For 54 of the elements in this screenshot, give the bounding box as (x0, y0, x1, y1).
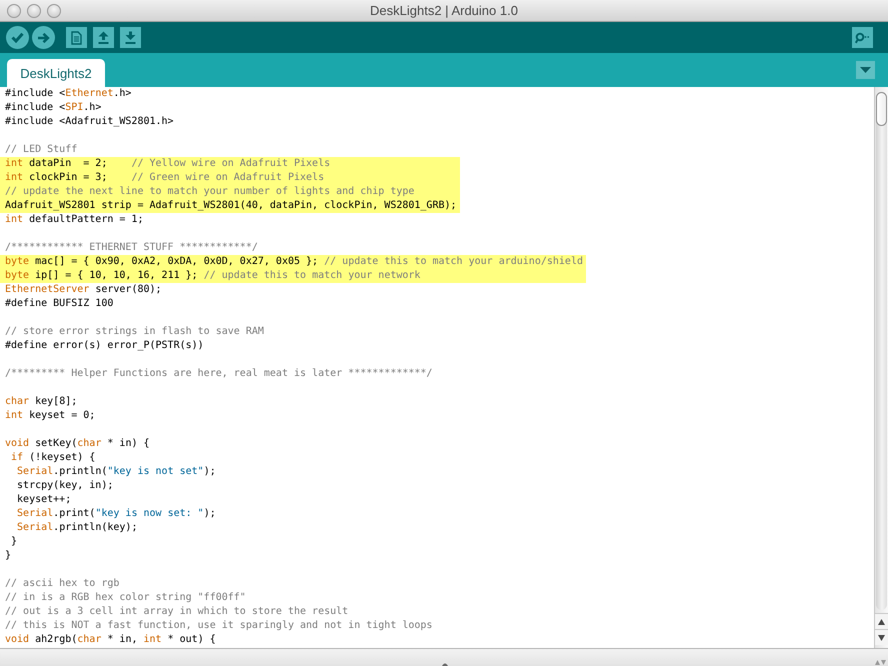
close-button[interactable] (7, 4, 21, 18)
code-line: #define BUFSIZ 100 (4, 297, 114, 311)
magnifier-icon (855, 32, 870, 44)
grip-icon (442, 662, 448, 666)
save-button[interactable] (120, 27, 141, 48)
caret-down-icon (860, 67, 871, 73)
code-line: #define error(s) error_P(PSTR(s)) (4, 339, 205, 353)
zoom-button[interactable] (47, 4, 61, 18)
code-line: Serial.println("key is not set"); (16, 465, 217, 479)
code-line: if (!keyset) { (10, 451, 96, 465)
code-line: } (10, 535, 18, 549)
scroll-down-button[interactable] (875, 629, 888, 645)
code-line: // ascii hex to rgb (4, 577, 120, 591)
right-arrow-icon (37, 32, 50, 44)
document-icon (71, 30, 82, 44)
code-line: } (4, 549, 12, 563)
code-line: char key[8]; (4, 395, 78, 409)
serial-monitor-button[interactable] (852, 27, 873, 48)
code-line: keyset++; (16, 493, 72, 507)
open-button[interactable] (93, 27, 114, 48)
code-line: // store error strings in flash to save RAM (4, 325, 265, 339)
code-line: int keyset = 0; (4, 409, 96, 423)
tab-menu-button[interactable] (856, 61, 875, 79)
scrollbar-thumb[interactable] (876, 92, 887, 126)
new-button[interactable] (66, 27, 87, 48)
check-icon (11, 32, 24, 43)
code-line: void ah2rgb(char * in, int * out) { (4, 633, 217, 647)
upload-button[interactable] (32, 26, 55, 49)
code-line: #include <Ethernet.h> (4, 87, 132, 101)
code-line: #include <SPI.h> (4, 101, 102, 115)
down-arrow-icon (125, 31, 136, 44)
down-triangle-icon (878, 634, 885, 640)
code-line: // out is a 3 cell int array in which to store the result (4, 605, 350, 619)
vertical-scrollbar[interactable] (874, 87, 888, 648)
code-line: /********* Helper Functions are here, real meat is later *************/ (4, 367, 434, 381)
code-line: int defaultPattern = 1; (4, 213, 144, 227)
code-line: // in is a RGB hex color string "ff00ff" (4, 591, 247, 605)
scroll-arrows-icon (875, 660, 886, 665)
verify-button[interactable] (6, 26, 29, 49)
code-line: #include <Adafruit_WS2801.h> (4, 115, 175, 129)
minimize-button[interactable] (27, 4, 41, 18)
window-title: DeskLights2 | Arduino 1.0 (370, 3, 518, 18)
scroll-up-button[interactable] (875, 613, 888, 629)
code-line: // this is NOT a fast function, use it sparingly and not in tight loops (4, 619, 434, 633)
code-line: strcpy(key, in); (16, 479, 114, 493)
up-triangle-icon (878, 618, 885, 624)
file-tab[interactable]: DeskLights2 (7, 59, 105, 87)
up-arrow-icon (98, 31, 109, 44)
code-line: void setKey(char * in) { (4, 437, 151, 451)
code-line: // LED Stuff (4, 143, 78, 157)
code-line: Serial.println(key); (16, 521, 138, 535)
code-line: /************ ETHERNET STUFF ************/ (4, 241, 259, 255)
code-line: Serial.print("key is now set: "); (16, 507, 217, 521)
code-line: EthernetServer server(80); (4, 283, 163, 297)
